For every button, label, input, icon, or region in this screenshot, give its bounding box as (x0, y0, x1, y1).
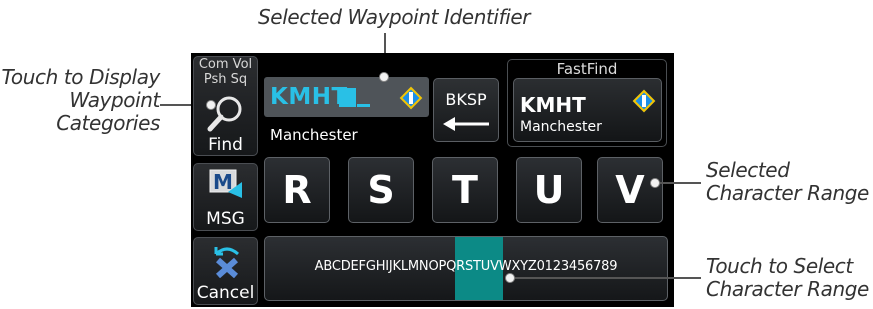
waypoint-identifier: KMHT (270, 84, 348, 110)
callout-dot-right-top (650, 178, 660, 188)
message-icon: M (209, 169, 242, 198)
svg-text:M: M (213, 170, 233, 194)
com-vol-label: Com Vol (198, 57, 253, 72)
callout-selected-waypoint-identifier: Selected Waypoint Identifier (258, 5, 531, 29)
cancel-label: Cancel (196, 283, 255, 303)
callout-line-right-bottom (510, 277, 701, 279)
airport-icon (399, 86, 423, 110)
text-cursor (339, 88, 356, 107)
character-range-text: ABCDEFGHIJKLMNOPQRSTUVWXYZ0123456789 (314, 259, 618, 274)
callout-selected-range: Selected Character Range (706, 159, 869, 205)
magnifier-icon (207, 96, 242, 132)
callout-display-categories: Touch to Display Waypoint Categories (0, 65, 161, 135)
backspace-button[interactable]: BKSP (433, 78, 499, 142)
key-u[interactable]: U (516, 157, 582, 223)
callout-right-top-line-1: Selected (706, 158, 790, 182)
fastfind-result-button[interactable]: KMHT Manchester (513, 78, 662, 142)
callout-select-range: Touch to Select Character Range (706, 255, 869, 301)
callout-left-line-2: Waypoint (69, 88, 160, 112)
character-range-bar[interactable]: ABCDEFGHIJKLMNOPQRSTUVWXYZ0123456789 (264, 236, 668, 301)
callout-left-line-1: Touch to Display (1, 65, 161, 89)
cancel-icon (214, 247, 240, 278)
msg-button[interactable]: M MSG (193, 163, 258, 231)
key-t[interactable]: T (432, 157, 498, 223)
fastfind-title: FastFind (556, 60, 618, 78)
callout-right-bottom-line-2: Character Range (706, 277, 869, 301)
key-r[interactable]: R (264, 157, 330, 223)
key-v[interactable]: V (597, 157, 663, 223)
callout-dot-left (206, 100, 216, 110)
key-s[interactable]: S (348, 157, 414, 223)
callout-dot-top (379, 72, 389, 82)
callout-right-bottom-line-1: Touch to Select (706, 254, 853, 278)
psh-sq-label: Psh Sq (203, 72, 248, 87)
callout-line-right-top (655, 182, 701, 184)
backspace-label: BKSP (445, 90, 487, 109)
fastfind-airport-icon (632, 89, 656, 113)
msg-label: MSG (206, 209, 245, 229)
left-arrow-icon (443, 117, 489, 131)
find-label: Find (208, 135, 243, 155)
fastfind-identifier: KMHT (520, 93, 586, 117)
fastfind-name: Manchester (520, 119, 602, 135)
callout-left-line-3: Categories (56, 111, 160, 135)
cursor-underline (357, 104, 370, 107)
callout-right-top-line-2: Character Range (706, 181, 869, 205)
cancel-button[interactable]: Cancel (193, 237, 258, 305)
waypoint-name: Manchester (270, 126, 358, 144)
callout-dot-right-bottom (505, 273, 515, 283)
find-button[interactable]: Com Vol Psh Sq Find (193, 56, 258, 156)
